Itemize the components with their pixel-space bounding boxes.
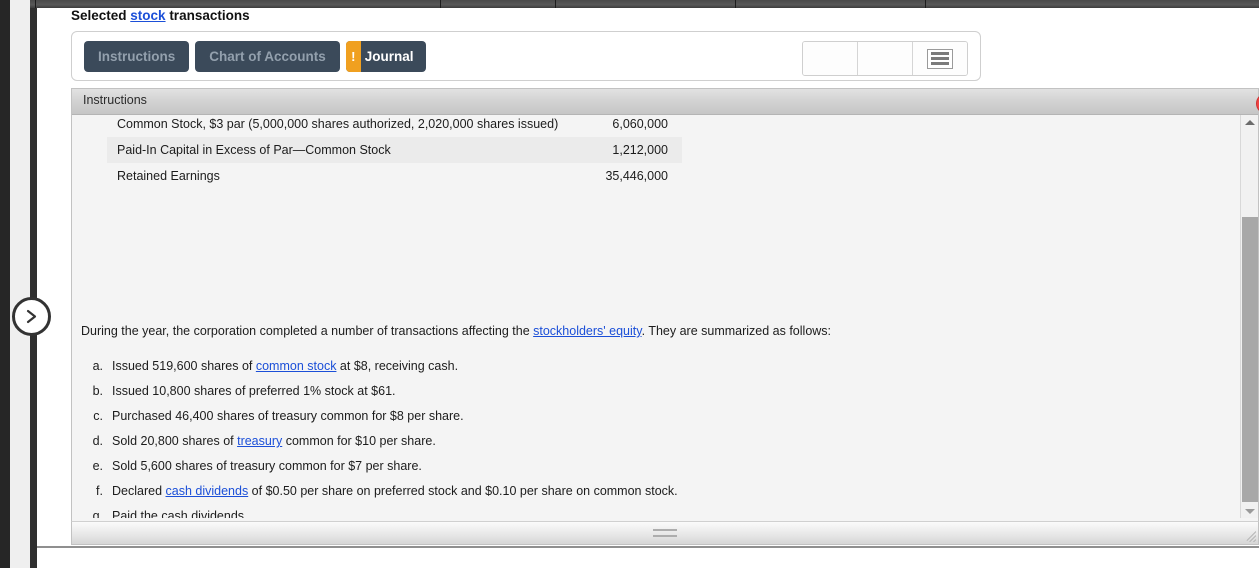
list-item-text: Paid the cash dividends.: [112, 509, 248, 518]
table-row: Common Stock, $3 par (5,000,000 shares a…: [107, 115, 682, 137]
tab-list: Instructions Chart of Accounts ! Journal: [84, 41, 426, 72]
list-item: e. Sold 5,600 shares of treasury common …: [81, 459, 1181, 473]
bottom-spacer: [37, 548, 1259, 568]
list-item-text-before: Issued 519,600 shares of: [112, 359, 256, 373]
list-item-text: Purchased 46,400 shares of treasury comm…: [112, 409, 464, 423]
scroll-down-arrow-icon[interactable]: [1241, 504, 1258, 518]
toolbar-menu-button[interactable]: [913, 42, 967, 75]
list-item-letter: f.: [96, 484, 103, 498]
page-title-link[interactable]: stock: [130, 8, 165, 23]
account-amount: 1,212,000: [612, 143, 668, 157]
list-item-letter: c.: [93, 409, 103, 423]
list-item: g. Paid the cash dividends.: [81, 509, 1181, 518]
scroll-up-arrow-icon[interactable]: [1241, 115, 1258, 129]
page-title-prefix: Selected: [71, 8, 131, 23]
panel-resize-grip[interactable]: [653, 529, 677, 537]
left-gutter: [10, 0, 30, 568]
corner-resize-grip[interactable]: [1242, 528, 1256, 542]
page-title-suffix: transactions: [165, 8, 250, 23]
vertical-scrollbar-thumb[interactable]: [1242, 217, 1258, 502]
stockholders-equity-link[interactable]: stockholders' equity: [533, 324, 641, 338]
table-row: Retained Earnings 35,446,000: [107, 163, 682, 189]
tab-bar: Instructions Chart of Accounts ! Journal: [71, 31, 981, 81]
toolbar-button-2[interactable]: [858, 42, 913, 75]
tab-instructions[interactable]: Instructions: [84, 41, 190, 72]
chevron-right-icon: [23, 308, 40, 325]
list-item-letter: g.: [92, 509, 103, 518]
account-amount: 6,060,000: [612, 117, 668, 131]
intro-text-after: . They are summarized as follows:: [641, 324, 832, 338]
list-item-text: Issued 519,600 shares of common stock at…: [112, 359, 458, 373]
list-menu-icon: [927, 48, 953, 69]
account-name: Retained Earnings: [117, 169, 220, 183]
list-item: a. Issued 519,600 shares of common stock…: [81, 359, 1181, 373]
left-dark-rail: [0, 0, 10, 568]
list-item-letter: b.: [92, 384, 103, 398]
treasury-link[interactable]: treasury: [237, 434, 282, 448]
tab-journal[interactable]: ! Journal: [345, 41, 426, 72]
list-item: f. Declared cash dividends of $0.50 per …: [81, 484, 1181, 498]
cash-dividends-link[interactable]: cash dividends: [166, 484, 249, 498]
list-item-text-after: of $0.50 per share on preferred stock an…: [248, 484, 678, 498]
account-name: Common Stock, $3 par (5,000,000 shares a…: [117, 117, 559, 131]
list-item: d. Sold 20,800 shares of treasury common…: [81, 434, 1181, 448]
alert-badge-icon: !: [345, 41, 361, 72]
list-item-text: Sold 5,600 shares of treasury common for…: [112, 459, 422, 473]
list-item-text-before: Declared: [112, 484, 166, 498]
panel-header: Instructions ✕: [72, 89, 1259, 115]
intro-text-before: During the year, the corporation complet…: [81, 324, 534, 338]
expand-panel-button[interactable]: [12, 297, 51, 336]
list-item-letter: d.: [92, 434, 103, 448]
account-name: Paid-In Capital in Excess of Par—Common …: [117, 143, 391, 157]
intro-paragraph: During the year, the corporation complet…: [81, 324, 831, 338]
table-row: Paid-In Capital in Excess of Par—Common …: [107, 137, 682, 163]
list-item-letter: e.: [92, 459, 103, 473]
panel-header-title: Instructions: [83, 93, 147, 107]
vertical-scrollbar[interactable]: [1240, 115, 1258, 518]
list-item-text-after: common for $10 per share.: [282, 434, 436, 448]
list-item: b. Issued 10,800 shares of preferred 1% …: [81, 384, 1181, 398]
transactions-list: a. Issued 519,600 shares of common stock…: [81, 359, 1181, 518]
page-title: Selected stock transactions: [71, 8, 250, 23]
list-item-text: Sold 20,800 shares of treasury common fo…: [112, 434, 436, 448]
list-item-text-before: Sold 20,800 shares of: [112, 434, 238, 448]
toolbar-button-1[interactable]: [803, 42, 858, 75]
list-item-text: Issued 10,800 shares of preferred 1% sto…: [112, 384, 396, 398]
list-item-letter: a.: [92, 359, 103, 373]
list-item-text-after: at $8, receiving cash.: [336, 359, 459, 373]
left-divider: [30, 8, 37, 568]
top-chrome-strip: [0, 0, 1259, 8]
tab-journal-label: Journal: [364, 49, 414, 64]
list-item-text: Declared cash dividends of $0.50 per sha…: [112, 484, 678, 498]
panel-scroll-body: Common Stock, $3 par (5,000,000 shares a…: [72, 115, 1237, 518]
stockholders-equity-table: Common Stock, $3 par (5,000,000 shares a…: [107, 115, 682, 189]
panel-bottom-bar: [71, 521, 1259, 545]
instructions-panel: Instructions ✕ Common Stock, $3 par (5,0…: [71, 88, 1259, 545]
account-amount: 35,446,000: [605, 169, 668, 183]
list-item: c. Purchased 46,400 shares of treasury c…: [81, 409, 1181, 423]
common-stock-link[interactable]: common stock: [256, 359, 337, 373]
toolbar-button-group: [802, 41, 968, 76]
tab-chart-of-accounts[interactable]: Chart of Accounts: [195, 41, 340, 72]
